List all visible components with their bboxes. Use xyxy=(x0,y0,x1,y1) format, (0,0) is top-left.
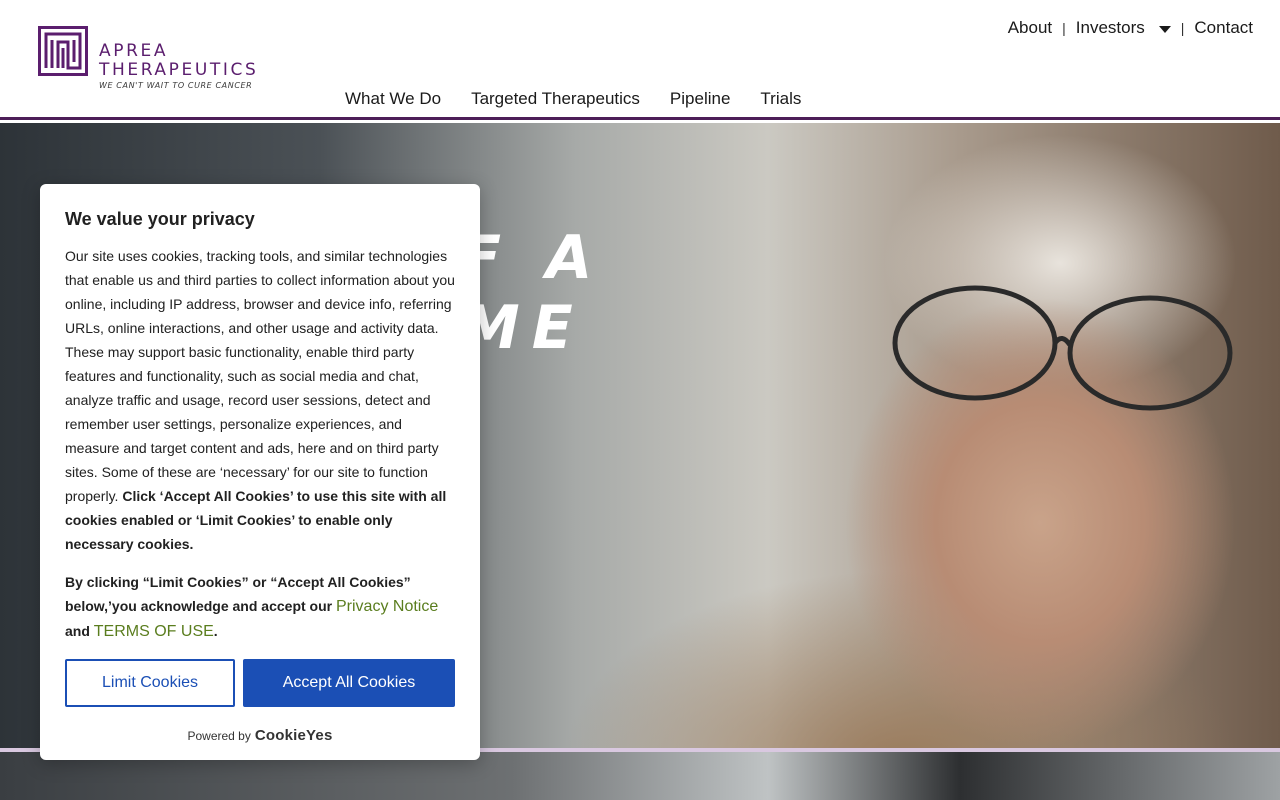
powered-by-label: Powered by xyxy=(187,729,251,743)
cookieyes-logo[interactable]: CookieYes xyxy=(255,727,333,744)
nav-item-what-we-do[interactable]: What We Do xyxy=(345,89,441,109)
hero-headline: F A ME xyxy=(460,223,605,363)
nav-separator: | xyxy=(1180,20,1185,36)
cookie-ack-and: and xyxy=(65,623,90,639)
nav-separator: | xyxy=(1062,20,1066,36)
nav-item-pipeline[interactable]: Pipeline xyxy=(670,89,731,109)
main-nav: What We Do Targeted Therapeutics Pipelin… xyxy=(345,89,831,109)
cookie-ack-period: . xyxy=(213,623,218,639)
privacy-notice-link[interactable]: Privacy Notice xyxy=(336,598,438,615)
nav-item-trials[interactable]: Trials xyxy=(760,89,801,109)
site-header: APREA THERAPEUTICS WE CAN'T WAIT TO CURE… xyxy=(0,0,1280,120)
terms-of-use-link[interactable]: TERMS OF USE xyxy=(94,623,214,640)
powered-by: Powered by CookieYes xyxy=(40,727,480,744)
maze-logo-icon xyxy=(38,26,88,76)
brand-name: APREA THERAPEUTICS xyxy=(99,42,258,80)
nav-contact-link[interactable]: Contact xyxy=(1194,18,1253,38)
nav-item-targeted-therapeutics[interactable]: Targeted Therapeutics xyxy=(471,89,640,109)
nav-investors-link[interactable]: Investors xyxy=(1076,18,1145,38)
brand-logo[interactable]: APREA THERAPEUTICS WE CAN'T WAIT TO CURE… xyxy=(38,26,268,96)
utility-nav: About | Investors | Contact xyxy=(1008,18,1253,38)
brand-tagline: WE CAN'T WAIT TO CURE CANCER xyxy=(99,81,253,90)
cookie-description: Our site uses cookies, tracking tools, a… xyxy=(65,244,457,556)
cookie-acknowledgement: By clicking “Limit Cookies” or “Accept A… xyxy=(65,570,457,644)
cookie-consent-dialog: We value your privacy Our site uses cook… xyxy=(40,184,480,760)
nav-about-link[interactable]: About xyxy=(1008,18,1052,38)
cookie-title: We value your privacy xyxy=(65,209,255,229)
accept-all-cookies-button[interactable]: Accept All Cookies xyxy=(243,659,455,707)
chevron-down-icon[interactable] xyxy=(1158,25,1171,33)
brand-name-line1: APREA xyxy=(99,41,169,61)
cookie-description-bold: Click ‘Accept All Cookies’ to use this s… xyxy=(65,488,447,552)
cookie-description-text: Our site uses cookies, tracking tools, a… xyxy=(65,248,455,504)
limit-cookies-button[interactable]: Limit Cookies xyxy=(65,659,235,707)
brand-name-line2: THERAPEUTICS xyxy=(99,60,259,80)
hero-photo-glasses xyxy=(892,285,1233,411)
